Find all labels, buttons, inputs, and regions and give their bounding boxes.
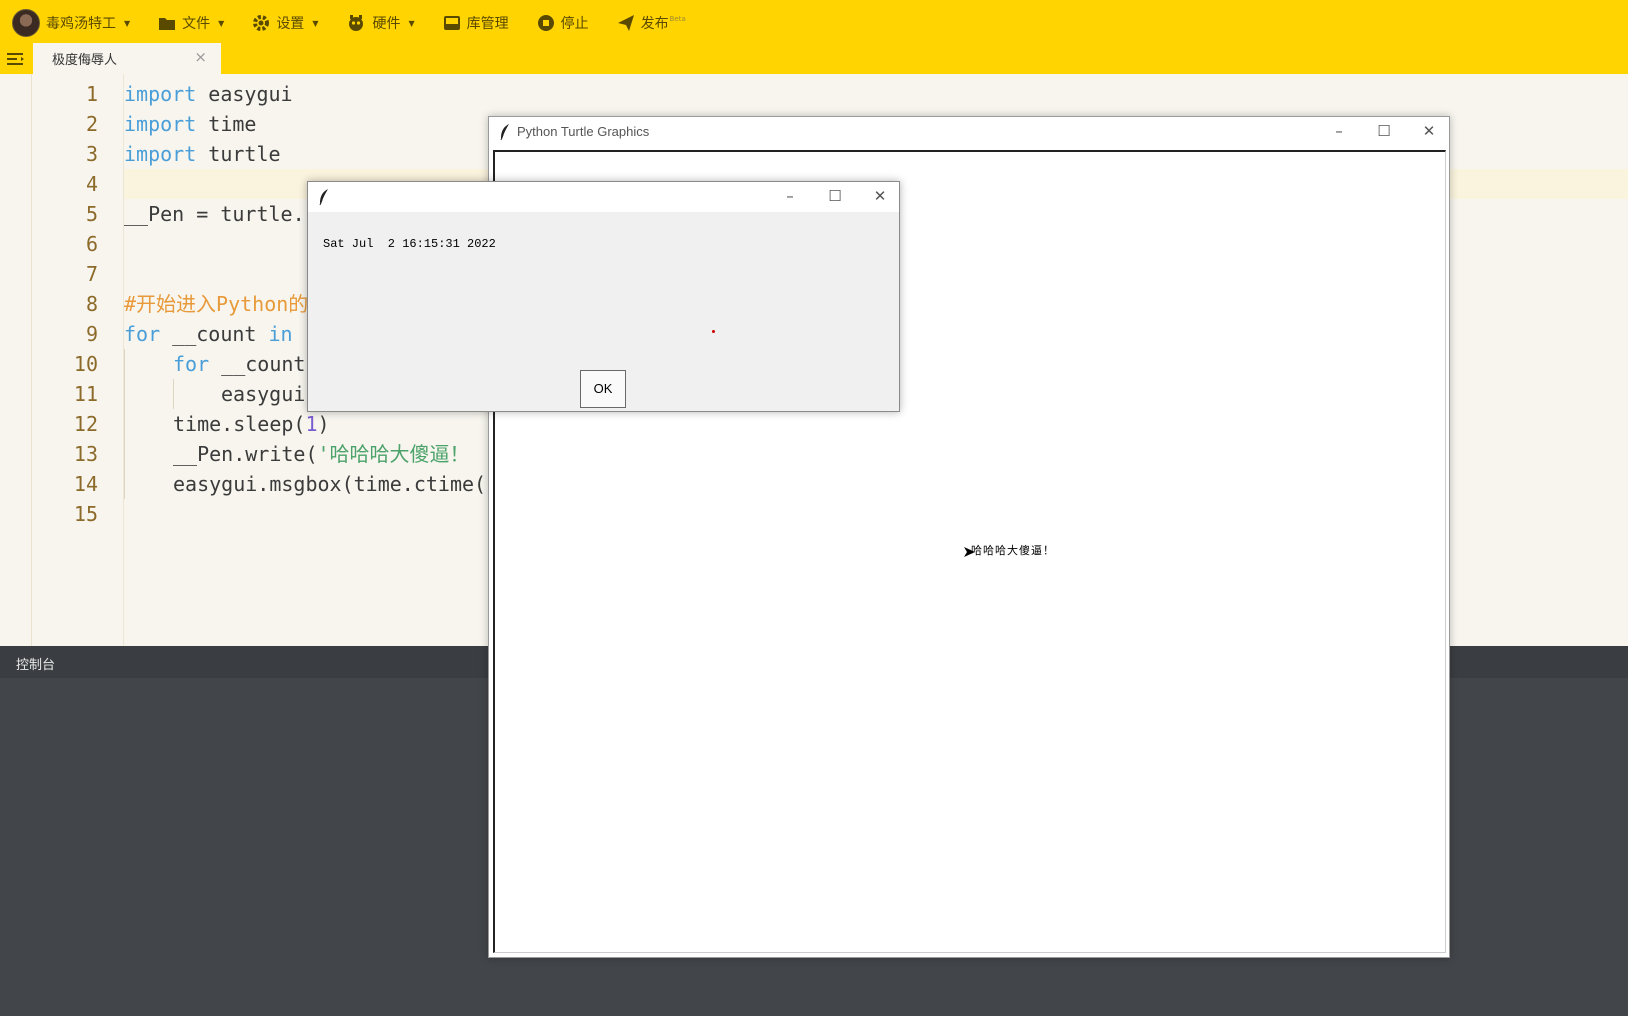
menu-toggle-icon[interactable]	[7, 51, 25, 67]
message-box-dialog[interactable]: – ☐ ✕ Sat Jul 2 16:15:31 2022 OK	[307, 181, 900, 412]
code-line: import easygui	[124, 82, 293, 106]
menu-publish-label: 发布	[640, 16, 669, 32]
code-line: for __count	[173, 352, 306, 376]
line-number: 10	[73, 352, 98, 376]
menu-stop[interactable]: 停止	[537, 3, 589, 43]
feather-icon	[319, 189, 328, 206]
chevron-down-icon: ▼	[124, 18, 131, 28]
menu-file-label: 文件	[182, 16, 211, 32]
line-number: 5	[85, 202, 98, 226]
menu-publish[interactable]: 发布 Beta	[617, 3, 686, 43]
user-menu[interactable]: 毒鸡汤特工 ▼	[0, 3, 130, 43]
console-title: 控制台	[16, 658, 56, 673]
line-number: 9	[85, 322, 98, 346]
code-line: import time	[124, 112, 257, 136]
chevron-down-icon: ▼	[408, 18, 415, 28]
tab-label: 极度侮辱人	[52, 53, 118, 68]
top-toolbar: 毒鸡汤特工 ▼ 文件 ▼ 设置 ▼ 硬件 ▼ 库管理 停止 发布 Beta 极度…	[0, 0, 1628, 74]
ok-button[interactable]: OK	[580, 370, 626, 408]
inbox-icon	[443, 16, 460, 30]
close-icon[interactable]: ✕	[1419, 121, 1439, 141]
folder-icon	[159, 17, 176, 30]
close-icon[interactable]: ×	[194, 50, 207, 65]
dialog-message: Sat Jul 2 16:15:31 2022	[323, 237, 496, 251]
menu-hardware[interactable]: 硬件 ▼	[346, 3, 415, 43]
line-number: 3	[85, 142, 98, 166]
feather-icon	[500, 124, 509, 141]
code-line: __Pen.write('哈哈哈大傻逼！	[173, 442, 470, 466]
turtle-written-text: 哈哈哈大傻逼！	[971, 544, 1055, 557]
minimize-icon[interactable]: –	[780, 186, 800, 206]
beta-badge: Beta	[669, 15, 686, 23]
code-line: time.sleep(1)	[173, 412, 330, 436]
gear-icon	[253, 15, 270, 31]
menu-settings[interactable]: 设置 ▼	[252, 3, 318, 43]
robot-icon	[349, 15, 364, 31]
avatar[interactable]	[12, 9, 40, 37]
indent-guide	[124, 349, 125, 499]
minimize-icon[interactable]: –	[1329, 121, 1349, 141]
line-number: 11	[73, 382, 98, 406]
line-number: 15	[73, 502, 98, 526]
menu-library-label: 库管理	[466, 16, 509, 32]
chevron-down-icon: ▼	[312, 18, 319, 28]
menu-library[interactable]: 库管理	[443, 3, 509, 43]
tab-bar: 极度侮辱人 ×	[0, 43, 1628, 74]
menu-settings-label: 设置	[276, 16, 305, 32]
chevron-down-icon: ▼	[218, 18, 225, 28]
maximize-icon[interactable]: ☐	[1374, 121, 1394, 141]
line-number: 6	[85, 232, 98, 256]
menu-hardware-label: 硬件	[372, 16, 401, 32]
window-titlebar[interactable]: Python Turtle Graphics – ☐ ✕	[489, 117, 1449, 147]
line-number: 7	[85, 262, 98, 286]
indent-guide	[173, 379, 174, 409]
window-title: Python Turtle Graphics	[517, 124, 650, 139]
menu-stop-label: 停止	[560, 16, 589, 32]
code-line: import turtle	[124, 142, 281, 166]
line-number: 1	[85, 82, 98, 106]
stop-icon	[537, 15, 554, 31]
menu-file[interactable]: 文件 ▼	[158, 3, 224, 43]
dialog-titlebar[interactable]: – ☐ ✕	[308, 182, 899, 212]
tab-file[interactable]: 极度侮辱人 ×	[33, 43, 221, 74]
decorative-dot	[712, 330, 715, 333]
send-icon	[617, 15, 634, 31]
menu-bar: 毒鸡汤特工 ▼ 文件 ▼ 设置 ▼ 硬件 ▼ 库管理 停止 发布 Beta	[0, 3, 714, 43]
line-number: 8	[85, 292, 98, 316]
user-name: 毒鸡汤特工	[46, 16, 116, 32]
code-line: __Pen = turtle.	[124, 202, 305, 226]
code-line: easygui.msgbox(time.ctime(	[173, 472, 487, 496]
code-line: #开始进入Python的	[124, 292, 309, 316]
code-line: easygui	[221, 382, 306, 406]
maximize-icon[interactable]: ☐	[825, 186, 845, 206]
line-number: 12	[73, 412, 98, 436]
code-line: for __count in	[124, 322, 293, 346]
line-number: 2	[85, 112, 98, 136]
line-number: 14	[73, 472, 98, 496]
close-icon[interactable]: ✕	[870, 186, 890, 206]
line-number: 13	[73, 442, 98, 466]
line-number: 4	[85, 172, 98, 196]
gutter-divider	[31, 74, 32, 646]
